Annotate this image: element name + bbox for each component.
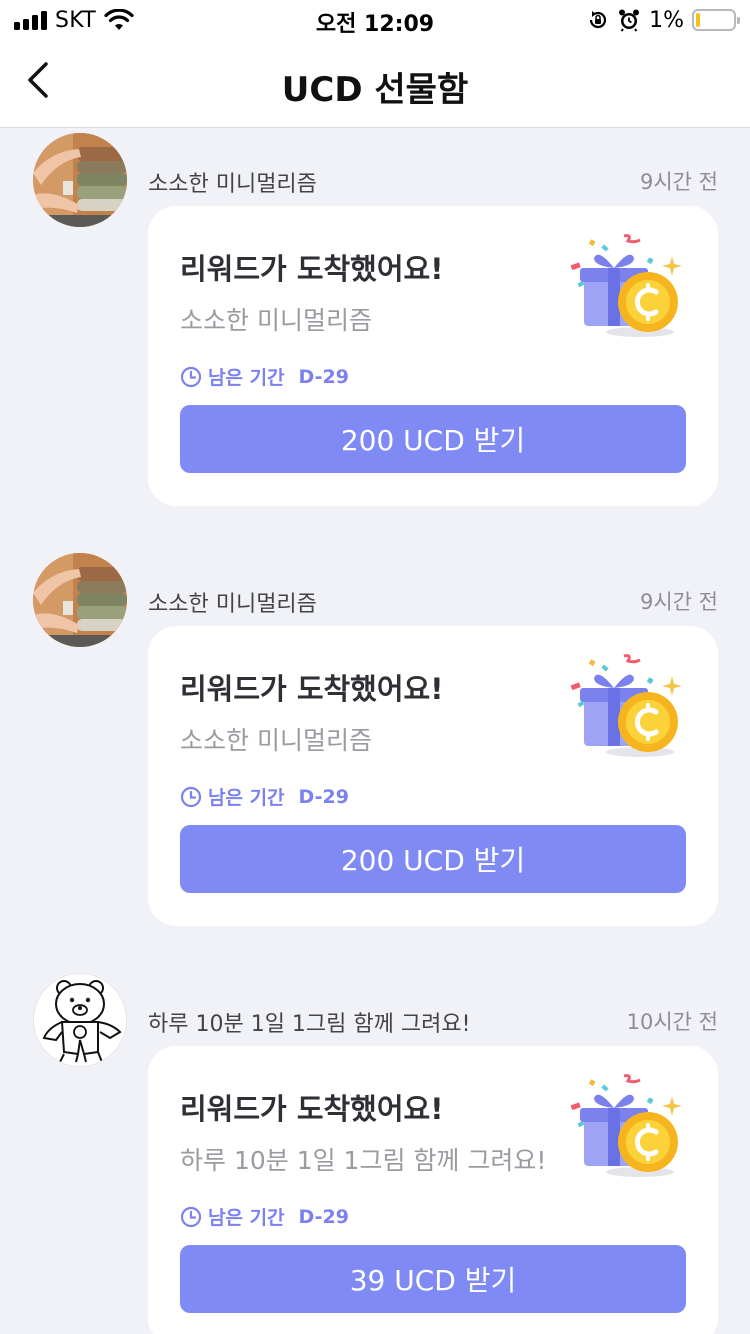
card-subtitle: 소소한 미니멀리즘 [180,306,372,335]
clothes-photo-avatar [33,133,127,227]
clothes-photo-avatar [33,553,127,647]
remaining-period: 남은 기간 D-29 [180,363,349,390]
battery-level [696,13,700,27]
claim-ucd-button[interactable]: 200 UCD 받기 [180,405,686,473]
sender-name: 하루 10분 1일 1그림 함께 그려요! [148,1012,471,1037]
card-subtitle: 소소한 미니멀리즘 [180,726,372,755]
gift-coin-icon [570,654,682,757]
avatar[interactable] [33,553,127,647]
time-ago: 9시간 전 [640,590,718,614]
reward-card: 리워드가 도착했어요! 하루 10분 1일 1그림 함께 그려요! 남은 기간 … [148,1046,718,1334]
remaining-label: 남은 기간 [208,787,285,809]
claim-ucd-button[interactable]: 200 UCD 받기 [180,825,686,893]
reward-card: 리워드가 도착했어요! 소소한 미니멀리즘 남은 기간 D-29 200 UCD… [148,626,718,926]
gift-feed[interactable]: 소소한 미니멀리즘 9시간 전 리워드가 도착했어요! 소소한 미니멀리즘 남은… [0,128,750,1334]
status-right: 1% [587,6,740,34]
bear-drawing-avatar [34,974,126,1066]
claim-ucd-button[interactable]: 39 UCD 받기 [180,1245,686,1313]
gift-item: 소소한 미니멀리즘 9시간 전 리워드가 도착했어요! 소소한 미니멀리즘 남은… [0,128,750,548]
alarm-icon [619,9,640,32]
card-title: 리워드가 도착했어요! [180,252,444,286]
battery-icon [692,9,740,31]
clock-icon [180,366,202,387]
sender-name: 소소한 미니멀리즘 [148,172,317,197]
gift-coin-icon [570,234,682,337]
clock-icon [180,1206,202,1227]
reward-card: 리워드가 도착했어요! 소소한 미니멀리즘 남은 기간 D-29 200 UCD… [148,206,718,506]
gift-coin-icon [570,1074,682,1177]
card-title: 리워드가 도착했어요! [180,672,444,706]
time-ago: 9시간 전 [640,170,718,194]
sender-name: 소소한 미니멀리즘 [148,592,317,617]
remaining-label: 남은 기간 [208,367,285,389]
remaining-period: 남은 기간 D-29 [180,1203,349,1230]
avatar[interactable] [33,973,127,1067]
page-title: UCD 선물함 [281,70,469,110]
card-title: 리워드가 도착했어요! [180,1092,444,1126]
gift-item: 하루 10분 1일 1그림 함께 그려요! 10시간 전 리워드가 도착했어요!… [0,968,750,1334]
remaining-value: D-29 [298,785,349,808]
remaining-value: D-29 [298,365,349,388]
remaining-label: 남은 기간 [208,1207,285,1229]
avatar[interactable] [33,133,127,227]
status-bar: SKT 오전 12:09 1% [0,0,750,40]
remaining-value: D-29 [298,1205,349,1228]
rotation-lock-icon [589,11,607,29]
remaining-period: 남은 기간 D-29 [180,783,349,810]
time-ago: 10시간 전 [626,1010,718,1034]
clock-icon [180,786,202,807]
battery-percent: 1% [649,7,684,33]
nav-bar: UCD 선물함 [0,40,750,128]
gift-item: 소소한 미니멀리즘 9시간 전 리워드가 도착했어요! 소소한 미니멀리즘 남은… [0,548,750,968]
card-subtitle: 하루 10분 1일 1그림 함께 그려요! [180,1146,547,1175]
